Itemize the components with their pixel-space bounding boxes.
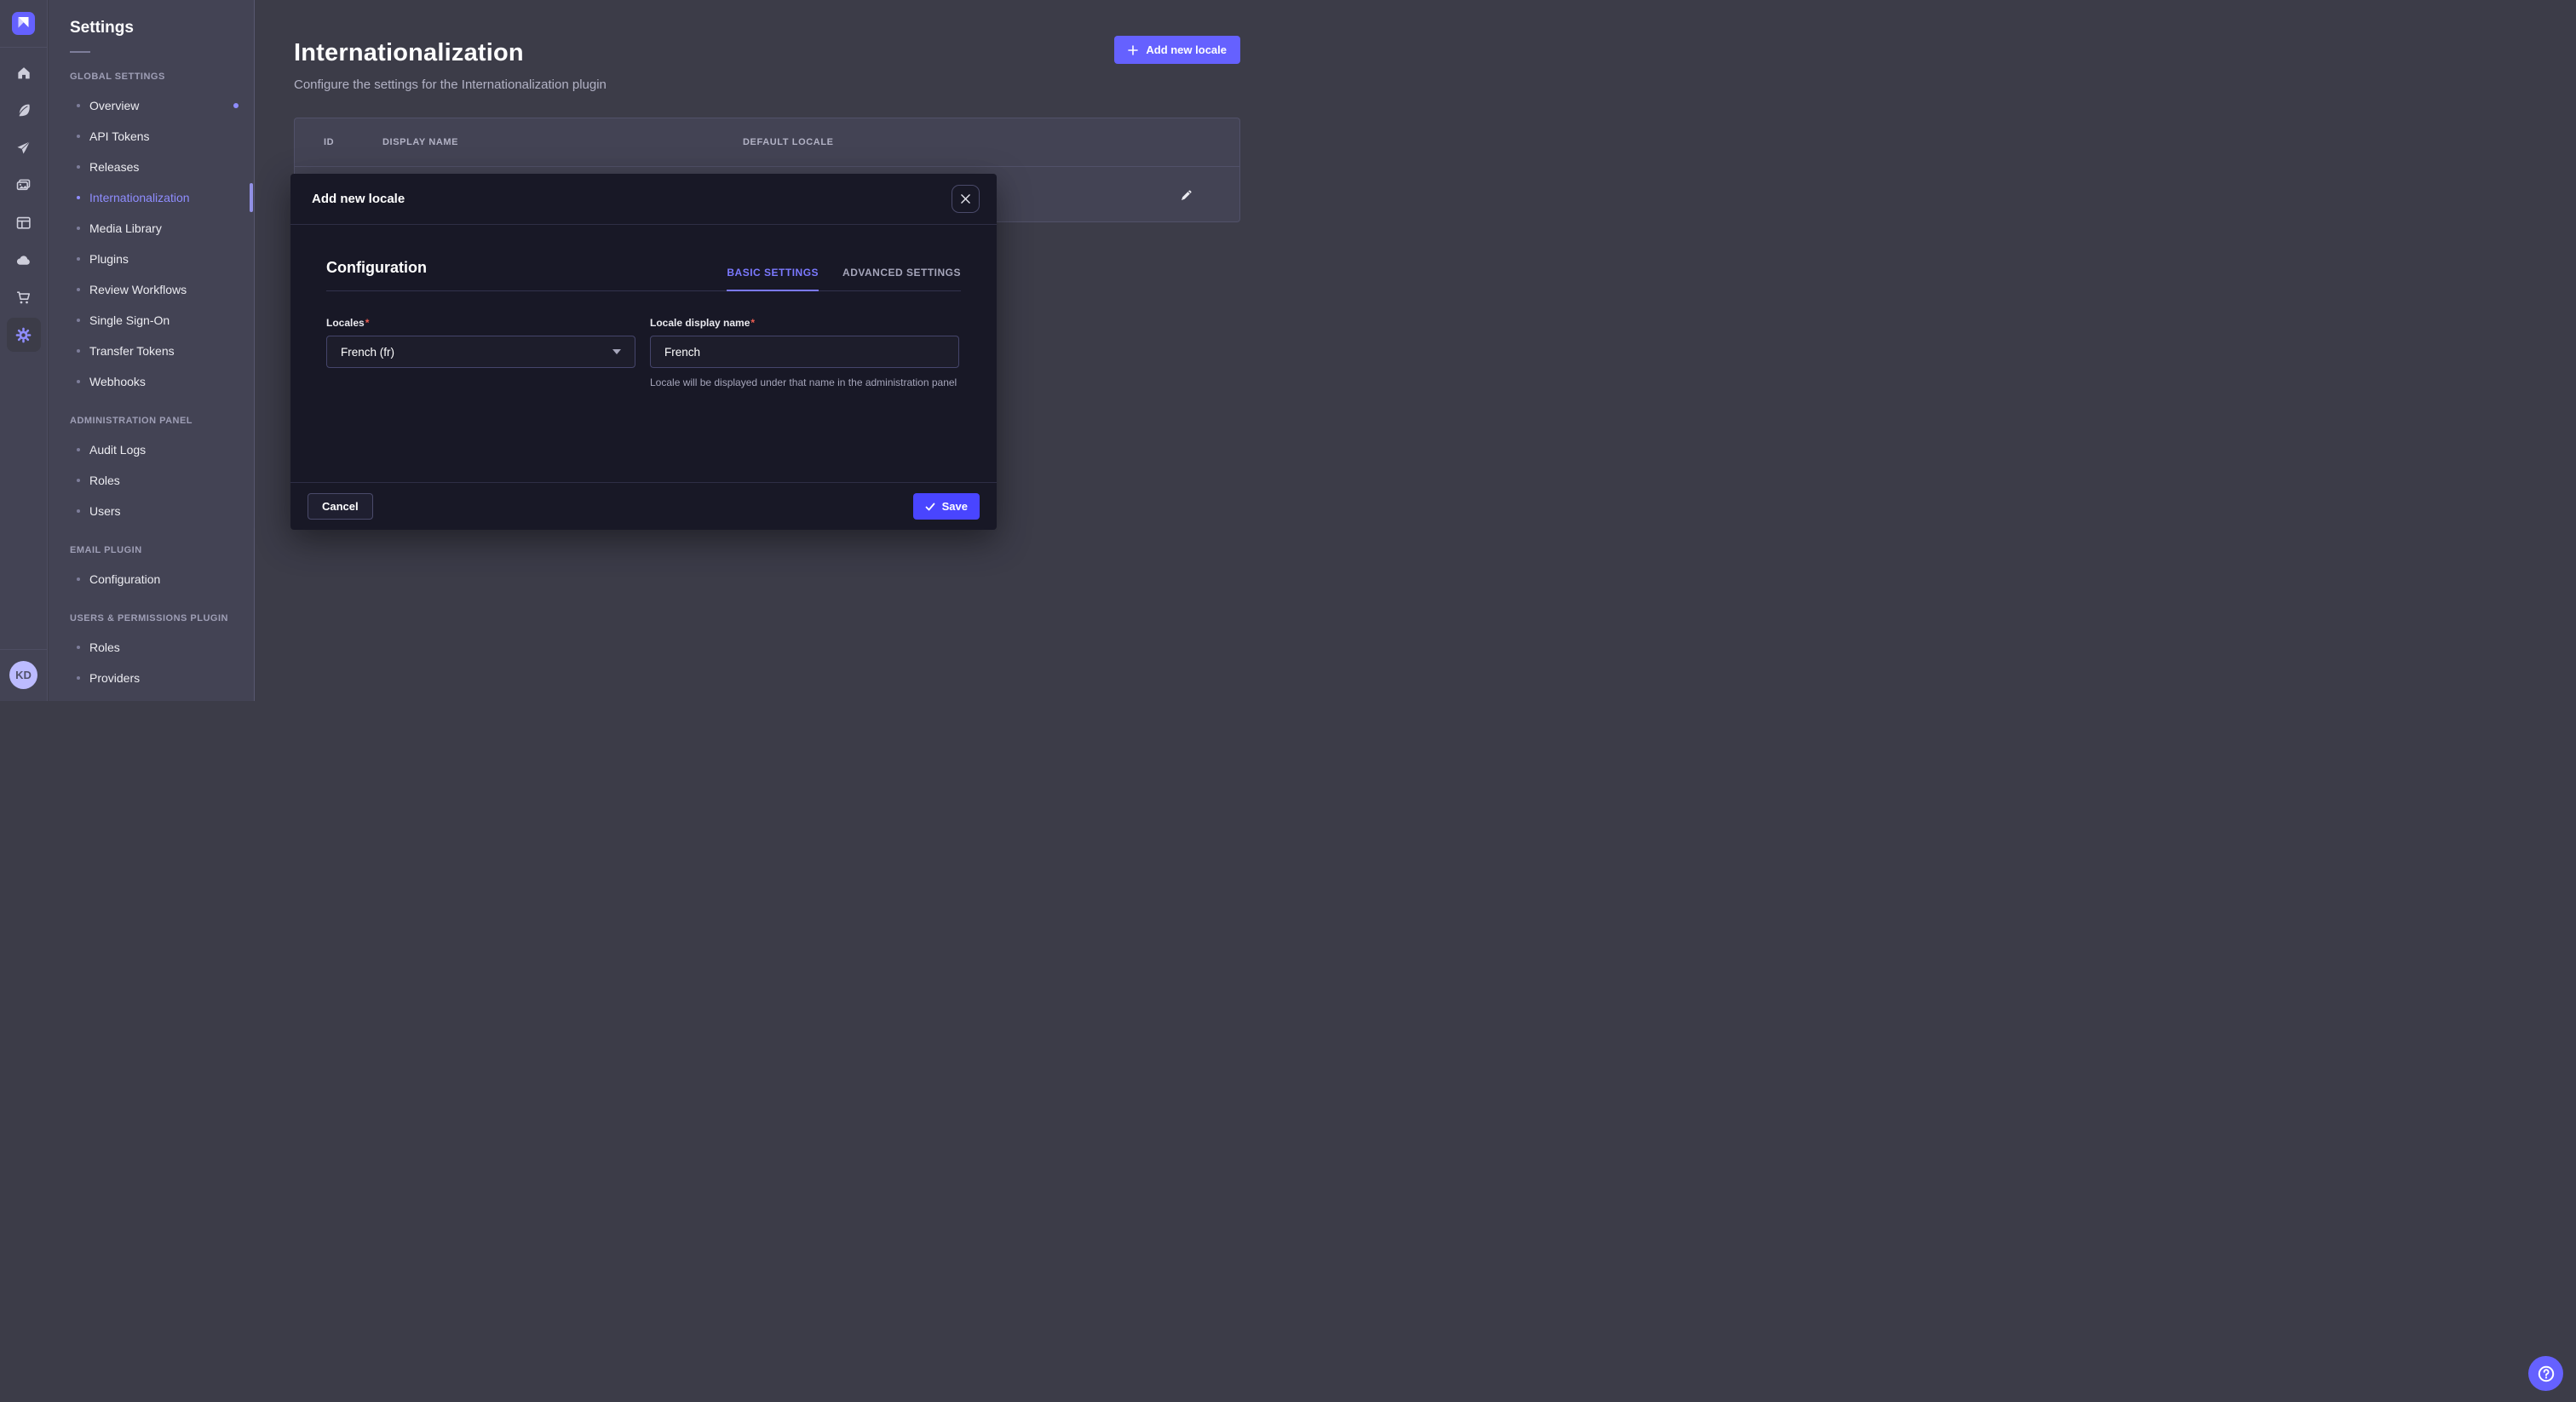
display-name-input[interactable]: French (650, 336, 959, 368)
tab-advanced-settings[interactable]: ADVANCED SETTINGS (842, 267, 961, 290)
locales-select[interactable]: French (fr) (326, 336, 635, 368)
cancel-button[interactable]: Cancel (308, 493, 373, 520)
locales-select-value: French (fr) (341, 346, 394, 359)
save-button[interactable]: Save (913, 493, 980, 520)
add-locale-modal: Add new locale Configuration BASIC SETTI… (290, 174, 997, 530)
required-asterisk: * (750, 317, 755, 329)
modal-title: Add new locale (312, 192, 405, 206)
modal-footer: Cancel Save (290, 482, 997, 530)
locales-field: Locales* French (fr) (326, 317, 635, 389)
display-name-hint: Locale will be displayed under that name… (650, 376, 959, 389)
modal-body: Configuration BASIC SETTINGS ADVANCED SET… (290, 225, 997, 482)
display-name-field: Locale display name* French Locale will … (650, 317, 959, 389)
display-name-label: Locale display name* (650, 317, 959, 329)
settings-tabs: BASIC SETTINGS ADVANCED SETTINGS (703, 267, 961, 290)
locales-label: Locales* (326, 317, 635, 329)
configuration-section-title: Configuration (326, 259, 427, 290)
chevron-down-icon (612, 349, 621, 354)
required-asterisk: * (365, 317, 370, 329)
display-name-value: French (664, 346, 700, 359)
modal-header: Add new locale (290, 174, 997, 225)
check-icon (925, 502, 935, 512)
tab-basic-settings[interactable]: BASIC SETTINGS (727, 267, 819, 290)
close-modal-button[interactable] (952, 185, 980, 213)
close-icon (961, 194, 970, 204)
